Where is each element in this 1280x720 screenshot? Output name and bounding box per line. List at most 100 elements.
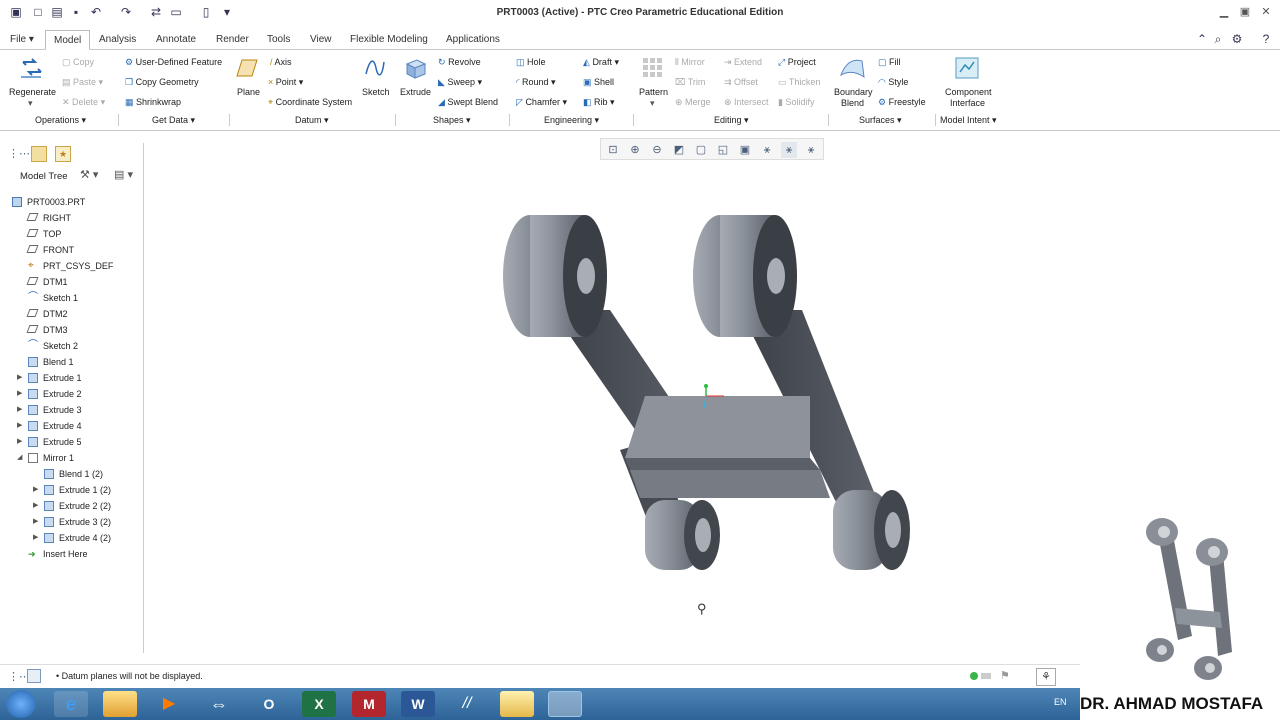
- tree-item-sketch-1[interactable]: Sketch 1: [43, 292, 78, 304]
- perspective-view-icon[interactable]: ⚹: [759, 142, 775, 158]
- hole-button[interactable]: ◫ Hole: [516, 57, 546, 68]
- expand-arrow-icon[interactable]: ▶: [33, 484, 41, 496]
- tree-item-extrude-5[interactable]: Extrude 5: [43, 436, 82, 448]
- tree-item-extrude-1[interactable]: Extrude 1: [43, 372, 82, 384]
- plane-button[interactable]: Plane: [237, 87, 260, 98]
- tree-settings-icon[interactable]: ⚒ ▾: [80, 169, 98, 181]
- tree-item-blend-1-2[interactable]: Blend 1 (2): [59, 468, 103, 480]
- collapse-arrow-icon[interactable]: ◢: [17, 452, 25, 464]
- tree-item-sketch-2[interactable]: Sketch 2: [43, 340, 78, 352]
- offset-button[interactable]: ⇉ Offset: [724, 77, 758, 88]
- boundary-blend-button[interactable]: Boundary: [834, 87, 873, 98]
- zoom-out-icon[interactable]: ⊖: [649, 142, 665, 158]
- file-explorer-icon[interactable]: [103, 691, 137, 717]
- intersect-button[interactable]: ⊗ Intersect: [724, 97, 769, 108]
- group-engineering[interactable]: Engineering ▾: [544, 113, 599, 127]
- outlook-icon[interactable]: O: [252, 691, 286, 717]
- tree-item-extrude-4[interactable]: Extrude 4: [43, 420, 82, 432]
- flag-icon[interactable]: ⚑: [1000, 669, 1010, 682]
- tree-item-prt-csys-def[interactable]: PRT_CSYS_DEF: [43, 260, 113, 272]
- expand-arrow-icon[interactable]: ▶: [17, 420, 25, 432]
- sweep-button[interactable]: ◣ Sweep ▾: [438, 77, 482, 88]
- copy-geometry-button[interactable]: ❐ Copy Geometry: [125, 77, 199, 88]
- mirror-button[interactable]: ⫴ Mirror: [675, 57, 705, 68]
- group-editing[interactable]: Editing ▾: [714, 113, 749, 127]
- mathcad-icon[interactable]: M: [352, 691, 386, 717]
- start-button-icon[interactable]: [6, 690, 36, 718]
- zoom-in-icon[interactable]: ⊕: [627, 142, 643, 158]
- tab-view[interactable]: View: [308, 30, 334, 50]
- shell-button[interactable]: ▣ Shell: [583, 77, 614, 88]
- project-button[interactable]: ⤢ Project: [778, 57, 816, 68]
- tree-item-blend-1[interactable]: Blend 1: [43, 356, 74, 368]
- paste-button[interactable]: ▤ Paste ▾: [62, 77, 103, 88]
- tree-item-extrude-3-2[interactable]: Extrude 3 (2): [59, 516, 111, 528]
- regenerate-button[interactable]: Regenerate: [9, 87, 56, 98]
- group-datum[interactable]: Datum ▾: [295, 113, 329, 127]
- tree-item-top[interactable]: TOP: [43, 228, 61, 240]
- selection-filter-icon[interactable]: ⚘: [1036, 668, 1056, 686]
- round-button[interactable]: ◜ Round ▾: [516, 77, 556, 88]
- datum-display-filters-icon[interactable]: ⚹: [781, 142, 797, 158]
- merge-button[interactable]: ⊕ Merge: [675, 97, 711, 108]
- delete-button[interactable]: ✕ Delete ▾: [62, 97, 105, 108]
- tree-item-dtm3[interactable]: DTM3: [43, 324, 68, 336]
- media-player-icon[interactable]: ▶: [152, 691, 186, 717]
- minimize-icon[interactable]: ▁: [1216, 5, 1232, 19]
- tree-item-dtm2[interactable]: DTM2: [43, 308, 68, 320]
- expand-arrow-icon[interactable]: ▶: [33, 532, 41, 544]
- point-button[interactable]: × Point ▾: [268, 77, 303, 88]
- freestyle-button[interactable]: ⚙ Freestyle: [878, 97, 926, 108]
- thicken-button[interactable]: ▭ Thicken: [778, 77, 820, 88]
- sketch-icon[interactable]: [364, 56, 386, 80]
- tree-item-extrude-1-2[interactable]: Extrude 1 (2): [59, 484, 111, 496]
- tree-item-front[interactable]: FRONT: [43, 244, 74, 256]
- search-icon[interactable]: ⌕: [1211, 32, 1225, 46]
- refit-icon[interactable]: ⊡: [605, 142, 621, 158]
- copy-button[interactable]: ▢ Copy: [62, 57, 94, 68]
- tree-show-icon[interactable]: ▤ ▾: [114, 169, 133, 181]
- solidify-button[interactable]: ▮ Solidify: [778, 97, 814, 108]
- part-model-3d[interactable]: [490, 200, 930, 590]
- extrude-icon[interactable]: [403, 56, 427, 80]
- fill-button[interactable]: ▢ Fill: [878, 57, 901, 68]
- creo-taskbar-icon[interactable]: [548, 691, 582, 717]
- group-shapes[interactable]: Shapes ▾: [433, 113, 471, 127]
- annotation-display-icon[interactable]: ⚹: [803, 142, 819, 158]
- tab-model[interactable]: Model: [45, 30, 91, 50]
- close-icon[interactable]: ✕: [1258, 5, 1274, 19]
- tree-item-dtm1[interactable]: DTM1: [43, 276, 68, 288]
- saved-orientations-icon[interactable]: ◱: [715, 142, 731, 158]
- expand-arrow-icon[interactable]: ▶: [17, 436, 25, 448]
- tree-item-insert-here[interactable]: Insert Here: [43, 548, 88, 560]
- regenerate-icon[interactable]: [19, 54, 45, 82]
- tab-applications[interactable]: Applications: [444, 30, 502, 50]
- tab-flexible-modeling[interactable]: Flexible Modeling: [348, 30, 430, 50]
- udf-button[interactable]: ⚙ User-Defined Feature: [125, 57, 222, 68]
- group-model-intent[interactable]: Model Intent ▾: [940, 113, 997, 127]
- component-interface-button[interactable]: Component: [945, 87, 992, 98]
- app-slash-icon[interactable]: //: [450, 691, 484, 717]
- swept-blend-button[interactable]: ◢ Swept Blend: [438, 97, 498, 108]
- group-operations[interactable]: Operations ▾: [35, 113, 86, 127]
- revolve-button[interactable]: ↻ Revolve: [438, 57, 481, 68]
- expand-arrow-icon[interactable]: ▶: [33, 516, 41, 528]
- teamviewer-icon[interactable]: ⇔: [202, 691, 236, 717]
- sketch-button[interactable]: Sketch: [362, 87, 390, 98]
- component-interface-icon[interactable]: [953, 55, 981, 81]
- plane-icon[interactable]: [236, 58, 258, 78]
- internet-explorer-icon[interactable]: e: [54, 691, 88, 717]
- word-icon[interactable]: W: [401, 691, 435, 717]
- view-manager-icon[interactable]: ▣: [737, 142, 753, 158]
- boundary-blend-icon[interactable]: [838, 55, 866, 81]
- style-button[interactable]: ◠ Style: [878, 77, 908, 88]
- expand-arrow-icon[interactable]: ▶: [17, 388, 25, 400]
- trim-button[interactable]: ⌧ Trim: [675, 77, 705, 88]
- draft-button[interactable]: ◭ Draft ▾: [583, 57, 619, 68]
- tab-render[interactable]: Render: [214, 30, 251, 50]
- expand-arrow-icon[interactable]: ▶: [33, 500, 41, 512]
- repaint-icon[interactable]: ◩: [671, 142, 687, 158]
- shrinkwrap-button[interactable]: ▦ Shrinkwrap: [125, 97, 181, 108]
- rib-button[interactable]: ◧ Rib ▾: [583, 97, 615, 108]
- tab-annotate[interactable]: Annotate: [154, 30, 198, 50]
